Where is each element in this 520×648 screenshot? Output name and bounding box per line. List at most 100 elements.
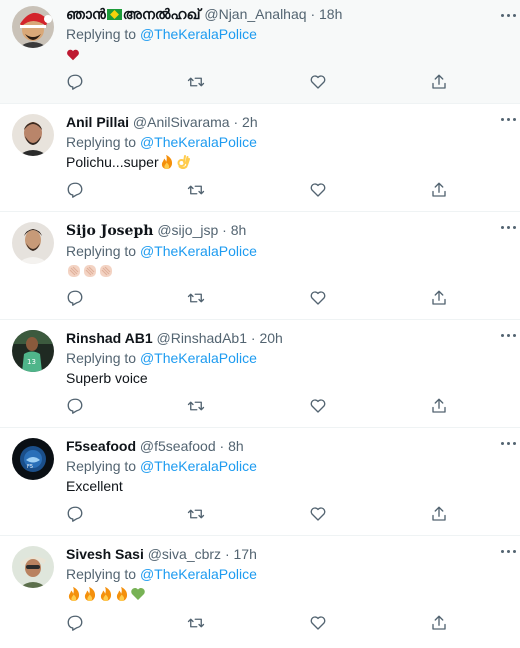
action-bar: [66, 505, 448, 523]
display-name[interactable]: Anil Pillai: [66, 114, 129, 130]
separator-dot: ·: [224, 546, 230, 562]
more-options-icon[interactable]: [500, 10, 518, 22]
reply-icon[interactable]: [66, 73, 84, 91]
svg-text:F5: F5: [27, 464, 33, 470]
separator-dot: ·: [219, 438, 225, 454]
replying-to: Replying to @TheKeralaPolice: [66, 132, 510, 152]
tweet-text: [66, 44, 510, 64]
reply-tweet[interactable]: F5 F5seafood @f5seafood · 8h Replying to…: [0, 428, 520, 536]
mention-link[interactable]: @TheKeralaPolice: [140, 458, 257, 474]
user-handle[interactable]: @RinshadAb1: [157, 330, 248, 346]
replying-to-label: Replying to: [66, 243, 137, 259]
mention-link[interactable]: @TheKeralaPolice: [140, 566, 257, 582]
avatar[interactable]: F5: [12, 438, 54, 480]
share-icon[interactable]: [430, 289, 448, 307]
share-icon[interactable]: [430, 614, 448, 632]
like-icon[interactable]: [309, 181, 327, 199]
share-icon[interactable]: [430, 397, 448, 415]
reply-icon[interactable]: [66, 181, 84, 199]
more-options-icon[interactable]: [500, 438, 518, 450]
user-handle[interactable]: @siva_cbrz: [148, 546, 221, 562]
replying-to-label: Replying to: [66, 26, 137, 42]
like-icon[interactable]: [309, 289, 327, 307]
avatar[interactable]: [12, 222, 54, 264]
display-name-suffix[interactable]: അനൽഹഖ്: [123, 6, 201, 22]
share-icon[interactable]: [430, 181, 448, 199]
reply-icon[interactable]: [66, 397, 84, 415]
retweet-icon[interactable]: [187, 181, 205, 199]
display-name[interactable]: Sijo Joseph: [66, 223, 153, 239]
replying-to: Replying to @TheKeralaPolice: [66, 241, 510, 261]
mention-link[interactable]: @TheKeralaPolice: [140, 350, 257, 366]
share-icon[interactable]: [430, 505, 448, 523]
tweet-text: Superb voice: [66, 370, 148, 386]
action-bar: [66, 397, 448, 415]
mention-link[interactable]: @TheKeralaPolice: [140, 134, 257, 150]
action-bar: [66, 614, 448, 632]
tweet-text: Polichu...super: [66, 152, 510, 172]
timestamp[interactable]: 2h: [242, 114, 258, 130]
mention-link[interactable]: @TheKeralaPolice: [140, 26, 257, 42]
reply-tweet[interactable]: Sivesh Sasi @siva_cbrz · 17h Replying to…: [0, 536, 520, 644]
fire-icon: [161, 155, 172, 169]
like-icon[interactable]: [309, 73, 327, 91]
display-name[interactable]: Sivesh Sasi: [66, 546, 144, 562]
tweet-text: Excellent: [66, 478, 123, 494]
retweet-icon[interactable]: [187, 397, 205, 415]
more-options-icon[interactable]: [500, 114, 518, 126]
avatar[interactable]: [12, 6, 54, 48]
timestamp[interactable]: 18h: [319, 6, 342, 22]
clap-icon: [84, 265, 96, 277]
retweet-icon[interactable]: [187, 73, 205, 91]
clap-icon: [68, 265, 80, 277]
replying-to: Replying to @TheKeralaPolice: [66, 564, 510, 584]
timestamp[interactable]: 17h: [234, 546, 257, 562]
user-handle[interactable]: @Njan_Analhaq: [204, 6, 306, 22]
like-icon[interactable]: [309, 614, 327, 632]
avatar[interactable]: [12, 114, 54, 156]
replying-to-label: Replying to: [66, 134, 137, 150]
timestamp[interactable]: 8h: [231, 222, 247, 238]
reply-icon[interactable]: [66, 614, 84, 632]
avatar[interactable]: [12, 546, 54, 588]
share-icon[interactable]: [430, 73, 448, 91]
display-name[interactable]: ഞാൻ: [66, 6, 106, 22]
more-options-icon[interactable]: [500, 330, 518, 342]
reply-tweet[interactable]: 13 Rinshad AB1 @RinshadAb1 · 20h Replyin…: [0, 320, 520, 428]
reply-tweet[interactable]: Anil Pillai @AnilSivarama · 2h Replying …: [0, 104, 520, 212]
reply-icon[interactable]: [66, 505, 84, 523]
display-name[interactable]: F5seafood: [66, 438, 136, 454]
retweet-icon[interactable]: [187, 614, 205, 632]
tweet-text: [66, 261, 510, 281]
tweet-text: [66, 584, 510, 604]
reply-tweet[interactable]: ഞാൻ അനൽഹഖ് @Njan_Analhaq · 18h Replying t…: [0, 0, 520, 104]
reply-icon[interactable]: [66, 289, 84, 307]
replying-to: Replying to @TheKeralaPolice: [66, 456, 510, 476]
replying-to-label: Replying to: [66, 350, 137, 366]
action-bar: [66, 289, 448, 307]
replying-to: Replying to @TheKeralaPolice: [66, 24, 510, 44]
retweet-icon[interactable]: [187, 289, 205, 307]
user-handle[interactable]: @sijo_jsp: [157, 222, 218, 238]
reply-tweet[interactable]: Sijo Joseph @sijo_jsp · 8h Replying to @…: [0, 212, 520, 320]
replying-to-label: Replying to: [66, 458, 137, 474]
fire-icon: [68, 587, 80, 601]
more-options-icon[interactable]: [500, 546, 518, 558]
like-icon[interactable]: [309, 397, 327, 415]
user-handle[interactable]: @AnilSivarama: [133, 114, 230, 130]
replying-to-label: Replying to: [66, 566, 137, 582]
more-options-icon[interactable]: [500, 222, 518, 234]
brazil-flag-icon: [106, 9, 122, 20]
green-heart-icon: [131, 588, 145, 600]
fire-icon: [84, 587, 96, 601]
avatar[interactable]: 13: [12, 330, 54, 372]
separator-dot: ·: [233, 114, 239, 130]
replying-to: Replying to @TheKeralaPolice: [66, 348, 510, 368]
timestamp[interactable]: 8h: [228, 438, 244, 454]
display-name[interactable]: Rinshad AB1: [66, 330, 153, 346]
mention-link[interactable]: @TheKeralaPolice: [140, 243, 257, 259]
timestamp[interactable]: 20h: [259, 330, 282, 346]
like-icon[interactable]: [309, 505, 327, 523]
user-handle[interactable]: @f5seafood: [140, 438, 216, 454]
retweet-icon[interactable]: [187, 505, 205, 523]
